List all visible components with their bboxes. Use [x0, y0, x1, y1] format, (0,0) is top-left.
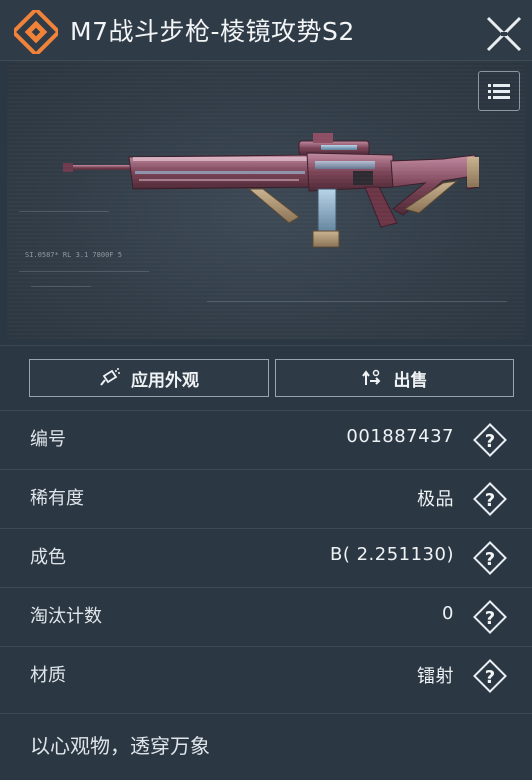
list-menu-icon [488, 84, 510, 99]
header-bar: M7战斗步枪-棱镜攻势S2 [0, 0, 532, 61]
detail-row-kill-count: 淘汰计数 0 ? [0, 587, 532, 646]
svg-text:?: ? [485, 490, 495, 511]
serial-label: 编号 [30, 429, 66, 450]
spray-can-icon [100, 368, 120, 386]
material-value: 镭射 [417, 666, 454, 687]
orange-diamond-logo-icon [14, 10, 58, 54]
detail-row-rarity: 稀有度 极品 ? [0, 469, 532, 528]
help-question-icon[interactable]: ? [471, 480, 509, 518]
help-question-icon[interactable]: ? [471, 539, 509, 577]
wear-label: 成色 [30, 547, 66, 568]
help-question-icon[interactable]: ? [471, 421, 509, 459]
flavor-text-row: 以心观物，透穿万象 [0, 713, 532, 780]
rifle-image [63, 133, 480, 248]
list-menu-button[interactable] [478, 71, 520, 111]
svg-text:?: ? [485, 549, 495, 570]
rarity-value: 极品 [417, 489, 454, 510]
weapon-preview: SI.0587* RL 3.1 7800F 5 [7, 60, 525, 339]
sell-arrows-icon [361, 369, 380, 385]
kill-count-label: 淘汰计数 [30, 606, 102, 627]
kill-count-value: 0 [442, 603, 454, 624]
sell-label: 出售 [393, 370, 428, 391]
svg-text:?: ? [485, 431, 495, 452]
help-question-icon[interactable]: ? [471, 657, 509, 695]
detail-row-serial: 编号 001887437 ? [0, 410, 532, 469]
item-detail-panel: M7战斗步枪-棱镜攻势S2 SI.0587* RL 3.1 7800F 5 应用… [0, 0, 532, 779]
svg-text:?: ? [485, 608, 495, 629]
rarity-label: 稀有度 [30, 488, 84, 509]
detail-row-wear: 成色 B( 2.251130) ? [0, 528, 532, 587]
sell-button[interactable]: 出售 [275, 359, 514, 397]
page-title: M7战斗步枪-棱镜攻势S2 [70, 17, 355, 46]
wear-value: B( 2.251130) [329, 544, 454, 565]
flavor-text: 以心观物，透穿万象 [30, 734, 210, 758]
apply-appearance-button[interactable]: 应用外观 [29, 359, 269, 397]
close-x-icon[interactable] [484, 14, 524, 54]
help-question-icon[interactable]: ? [471, 598, 509, 636]
apply-appearance-label: 应用外观 [131, 370, 199, 391]
serial-value: 001887437 [346, 426, 454, 447]
svg-text:?: ? [485, 667, 495, 688]
material-label: 材质 [30, 665, 66, 686]
action-bar: 应用外观 出售 [0, 345, 532, 411]
detail-row-material: 材质 镭射 ? [0, 646, 532, 705]
